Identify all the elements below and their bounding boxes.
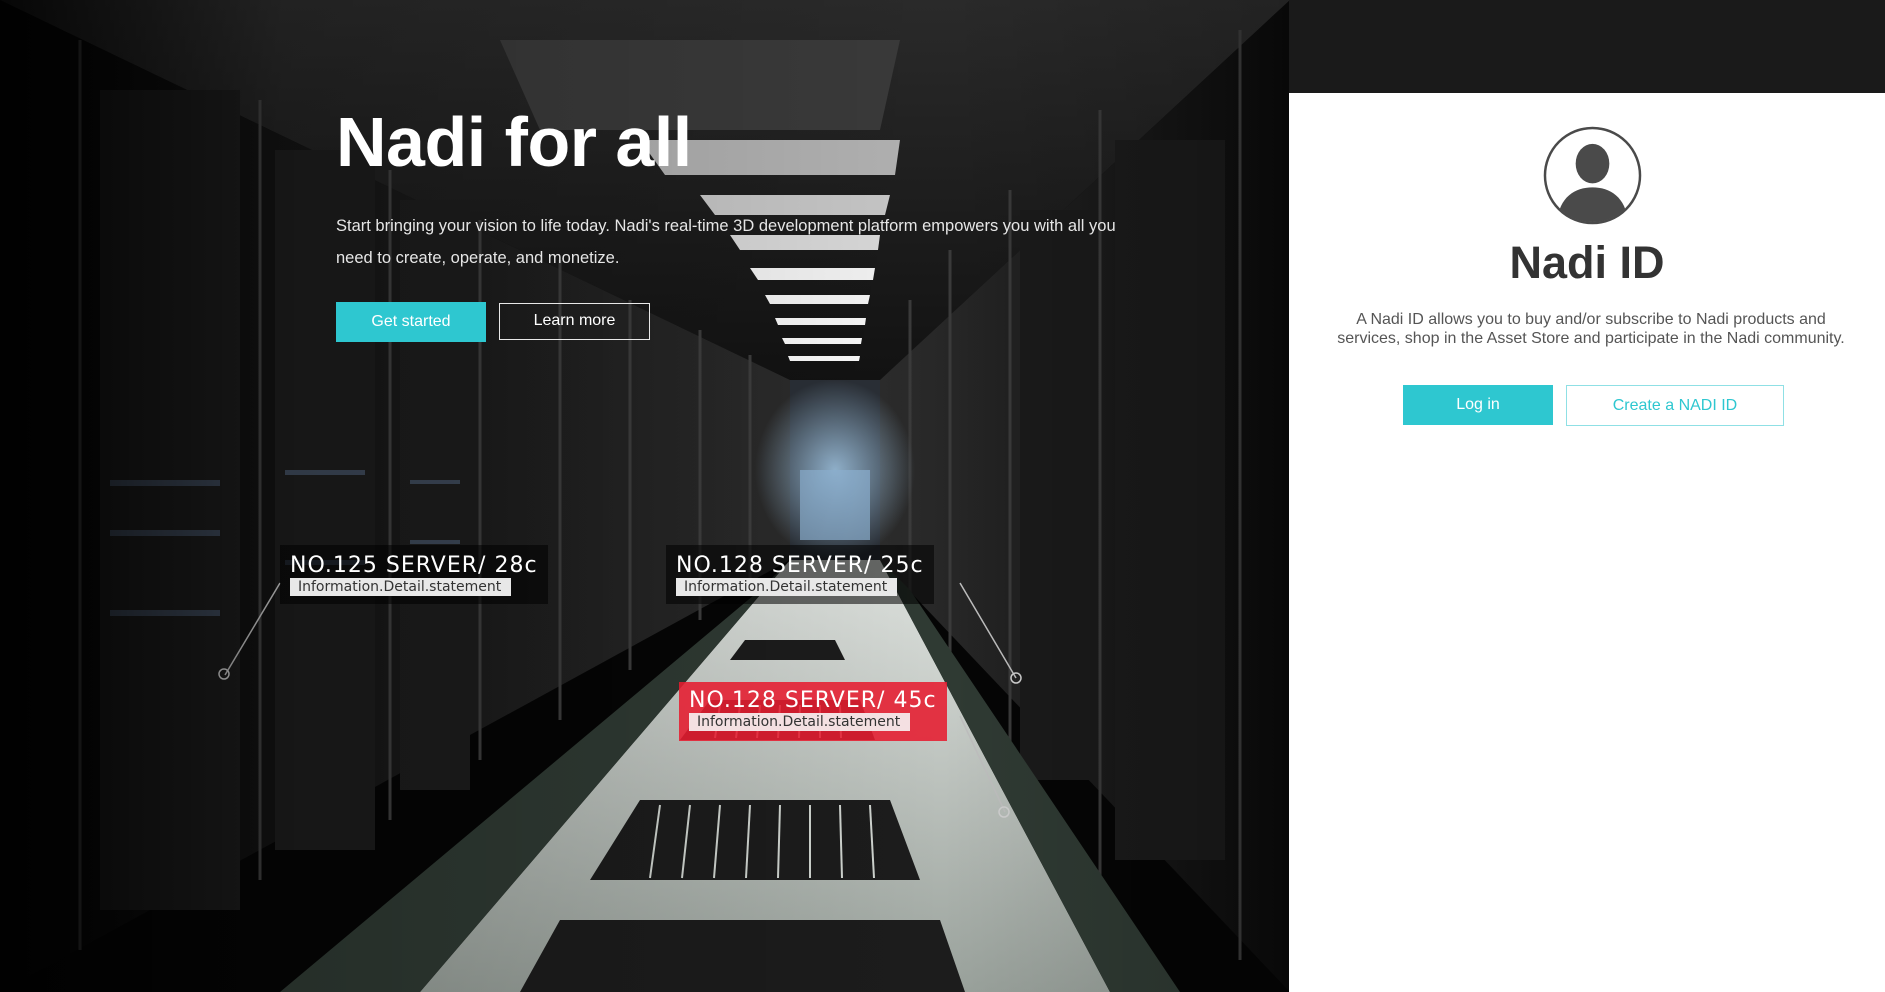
get-started-button[interactable]: Get started bbox=[336, 302, 486, 342]
server-tag-title: NO.125 SERVER/ 28c bbox=[290, 553, 538, 578]
log-in-button[interactable]: Log in bbox=[1403, 385, 1553, 425]
hero-actions: Get started Learn more bbox=[336, 302, 1136, 342]
nadi-id-panel: Nadi ID A Nadi ID allows you to buy and/… bbox=[1289, 93, 1885, 992]
server-tag: NO.128 SERVER/ 25c Information.Detail.st… bbox=[666, 545, 934, 604]
hero-section: Nadi for all Start bringing your vision … bbox=[336, 100, 1136, 342]
server-tag-title: NO.128 SERVER/ 25c bbox=[676, 553, 924, 578]
hero-title: Nadi for all bbox=[336, 103, 692, 181]
server-tag-detail: Information.Detail.statement bbox=[676, 578, 898, 596]
server-tag-detail: Information.Detail.statement bbox=[689, 713, 911, 731]
panel-actions: Log in Create a NADI ID bbox=[1403, 385, 1784, 426]
server-tag-title: NO.128 SERVER/ 45c bbox=[689, 688, 937, 713]
hero-description: Start bringing your vision to life today… bbox=[336, 217, 1116, 267]
panel-description: A Nadi ID allows you to buy and/or subsc… bbox=[1337, 311, 1845, 347]
landing-page: Nadi for all Start bringing your vision … bbox=[0, 0, 1885, 992]
learn-more-button[interactable]: Learn more bbox=[499, 302, 650, 340]
server-tag: NO.125 SERVER/ 28c Information.Detail.st… bbox=[280, 545, 548, 604]
panel-title: Nadi ID bbox=[1509, 237, 1665, 288]
server-tag-alert: NO.128 SERVER/ 45c Information.Detail.st… bbox=[679, 682, 947, 741]
server-tag-detail: Information.Detail.statement bbox=[290, 578, 512, 596]
user-avatar-icon bbox=[1543, 126, 1642, 225]
create-nadi-id-button[interactable]: Create a NADI ID bbox=[1566, 385, 1784, 426]
